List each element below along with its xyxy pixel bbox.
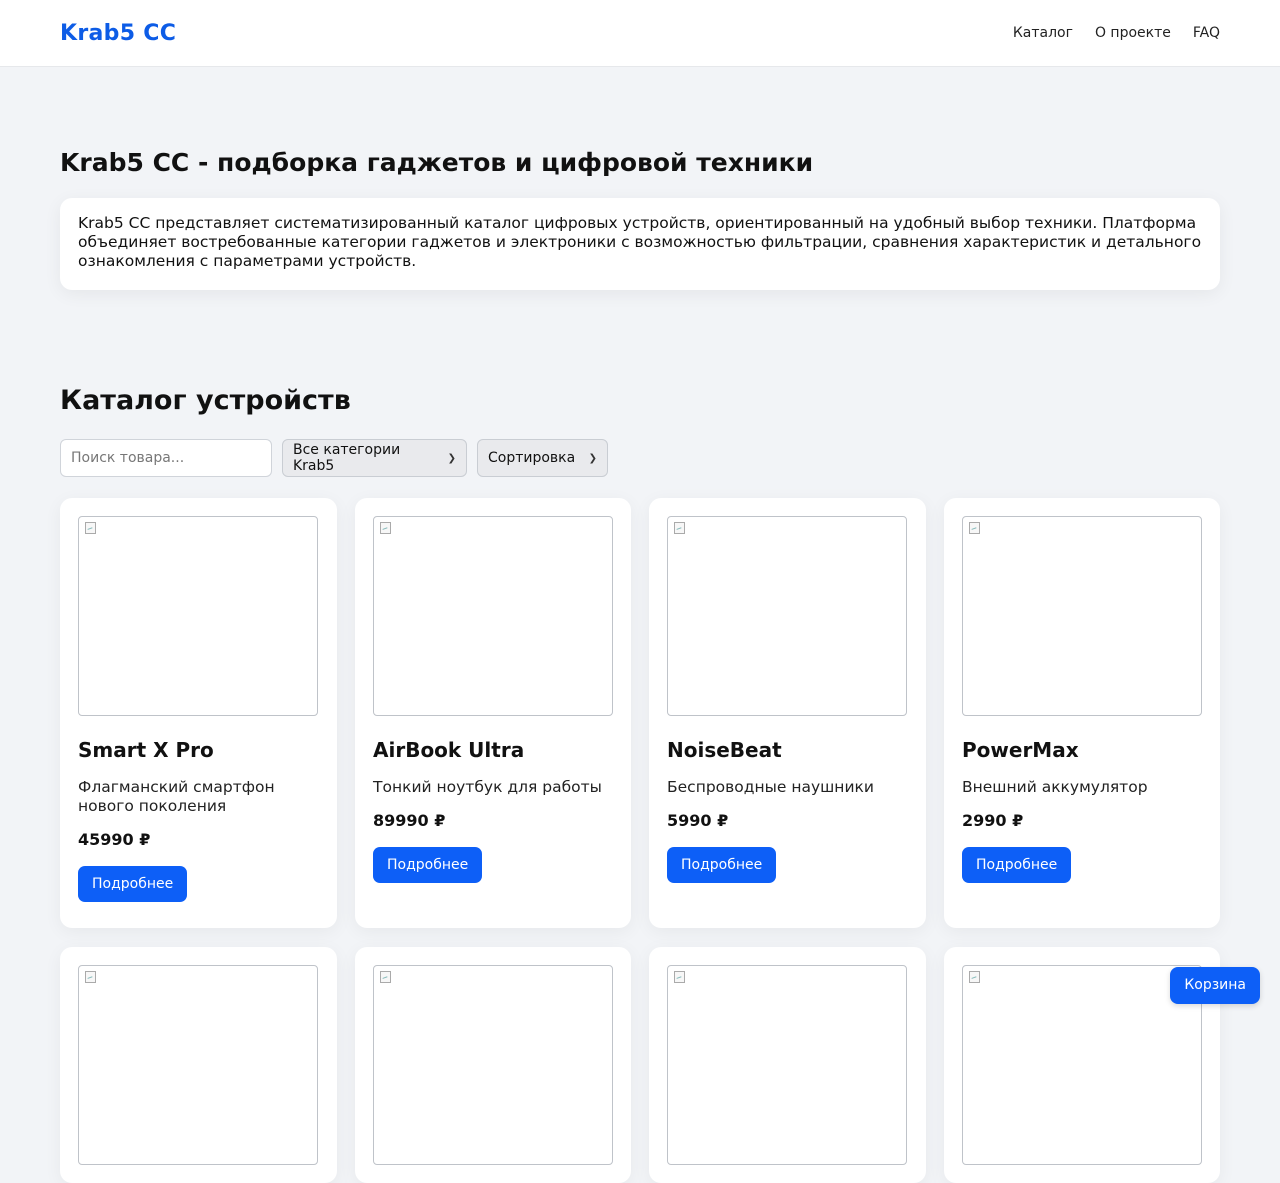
product-image[interactable]: [78, 516, 318, 716]
product-price: 2990 ₽: [962, 811, 1024, 830]
sort-select[interactable]: Сортировка ❯: [477, 439, 608, 477]
main-nav: Каталог О проекте FAQ: [1013, 25, 1220, 41]
product-card: [60, 947, 337, 1183]
product-price: 5990 ₽: [667, 811, 729, 830]
broken-image-icon: [85, 971, 96, 983]
product-name: NoiseBeat: [667, 738, 782, 762]
broken-image-icon: [380, 971, 391, 983]
broken-image-icon: [674, 522, 685, 534]
product-card: [649, 947, 926, 1183]
product-description: Тонкий ноутбук для работы: [373, 778, 602, 796]
product-card: AirBook Ultra Тонкий ноутбук для работы …: [355, 498, 631, 928]
broken-image-icon: [85, 522, 96, 534]
product-name: AirBook Ultra: [373, 738, 525, 762]
nav-catalog[interactable]: Каталог: [1013, 25, 1073, 41]
page-title: Krab5 CC - подборка гаджетов и цифровой …: [60, 148, 814, 177]
chevron-down-icon: ❯: [447, 452, 456, 464]
details-button[interactable]: Подробнее: [373, 847, 483, 883]
product-description: Беспроводные наушники: [667, 778, 874, 796]
broken-image-icon: [969, 971, 980, 983]
search-input[interactable]: [60, 439, 272, 477]
broken-image-icon: [674, 971, 685, 983]
about-card: Krab5 CC представляет систематизированны…: [60, 198, 1220, 290]
sort-select-label: Сортировка: [488, 450, 576, 466]
product-image[interactable]: [373, 516, 613, 716]
product-price: 89990 ₽: [373, 811, 446, 830]
product-card: NoiseBeat Беспроводные наушники 5990 ₽ П…: [649, 498, 926, 928]
product-image[interactable]: [962, 965, 1202, 1165]
logo[interactable]: Krab5 CC: [60, 21, 176, 46]
broken-image-icon: [380, 522, 391, 534]
product-name: Smart X Pro: [78, 738, 214, 762]
details-button[interactable]: Подробнее: [962, 847, 1072, 883]
product-image[interactable]: [667, 965, 907, 1165]
chevron-down-icon: ❯: [588, 452, 597, 464]
main-content: Krab5 CC - подборка гаджетов и цифровой …: [0, 67, 1280, 1183]
product-name: PowerMax: [962, 738, 1079, 762]
product-card: [355, 947, 631, 1183]
product-description: Внешний аккумулятор: [962, 778, 1148, 796]
product-price: 45990 ₽: [78, 830, 151, 849]
product-image[interactable]: [373, 965, 613, 1165]
product-card: PowerMax Внешний аккумулятор 2990 ₽ Подр…: [944, 498, 1220, 928]
product-card: Smart X Pro Флагманский смартфон нового …: [60, 498, 337, 928]
nav-about[interactable]: О проекте: [1095, 25, 1171, 41]
nav-faq[interactable]: FAQ: [1193, 25, 1220, 41]
cart-button[interactable]: Корзина: [1170, 967, 1260, 1004]
broken-image-icon: [969, 522, 980, 534]
details-button[interactable]: Подробнее: [667, 847, 777, 883]
catalog-title: Каталог устройств: [60, 385, 351, 416]
filter-bar: Все категории Krab5 ❯ Сортировка ❯: [60, 439, 1220, 477]
product-image[interactable]: [78, 965, 318, 1165]
about-text: Krab5 CC представляет систематизированны…: [78, 214, 1202, 270]
details-button[interactable]: Подробнее: [78, 866, 188, 902]
category-select-label: Все категории Krab5: [293, 442, 401, 474]
product-image[interactable]: [962, 516, 1202, 716]
category-select[interactable]: Все категории Krab5 ❯: [282, 439, 467, 477]
product-description: Флагманский смартфон нового поколения: [78, 778, 275, 815]
product-image[interactable]: [667, 516, 907, 716]
product-grid: Smart X Pro Флагманский смартфон нового …: [60, 498, 1220, 1183]
site-header: Krab5 CC Каталог О проекте FAQ: [0, 0, 1280, 67]
